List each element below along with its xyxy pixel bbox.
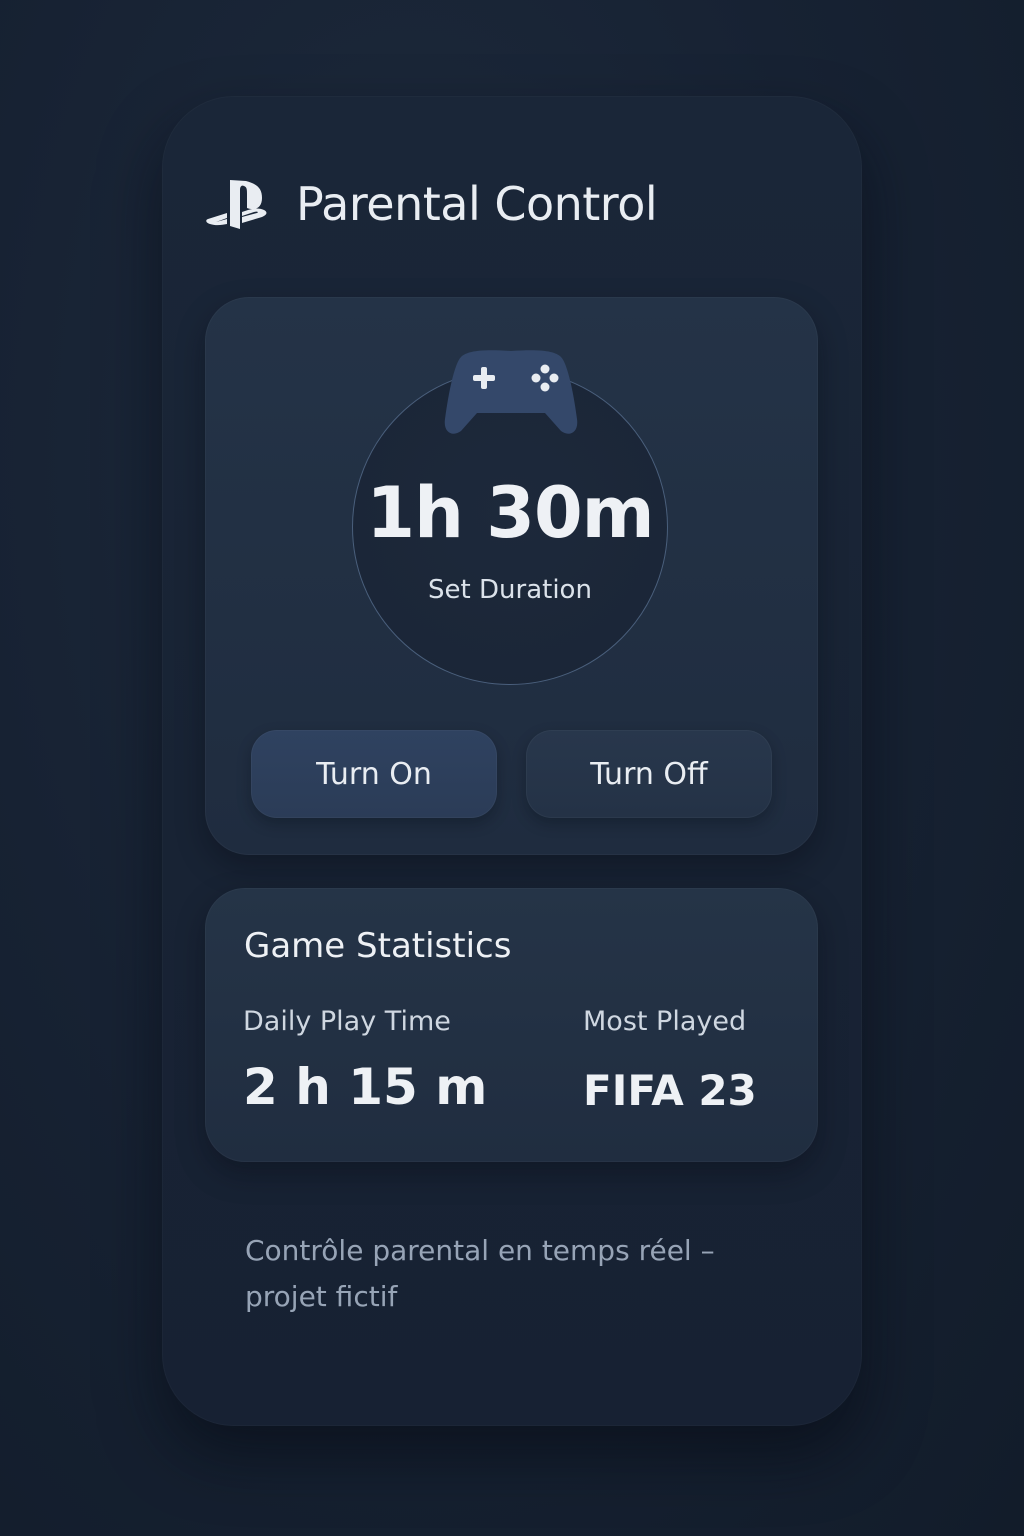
daily-play-time-label: Daily Play Time — [243, 1006, 451, 1037]
duration-value: 1h 30m — [366, 472, 654, 554]
timer-panel: 1h 30m Set Duration Turn On Turn Off — [205, 297, 818, 855]
turn-on-button[interactable]: Turn On — [251, 730, 497, 818]
daily-play-time-value: 2 h 15 m — [243, 1058, 488, 1116]
turn-off-button[interactable]: Turn Off — [526, 730, 772, 818]
gamepad-icon — [441, 349, 581, 439]
header: Parental Control — [206, 174, 658, 234]
game-statistics-panel: Game Statistics Daily Play Time 2 h 15 m… — [205, 888, 818, 1162]
stats-title: Game Statistics — [244, 926, 512, 966]
most-played-value: FIFA 23 — [583, 1066, 757, 1115]
playstation-logo-icon — [206, 176, 272, 232]
duration-label: Set Duration — [428, 575, 592, 605]
page-title: Parental Control — [296, 177, 658, 231]
footnote-text: Contrôle parental en temps réel – projet… — [245, 1234, 715, 1313]
most-played-label: Most Played — [583, 1006, 747, 1037]
app-card: Parental Control 1h 30m Set Duration Tur… — [162, 96, 862, 1426]
